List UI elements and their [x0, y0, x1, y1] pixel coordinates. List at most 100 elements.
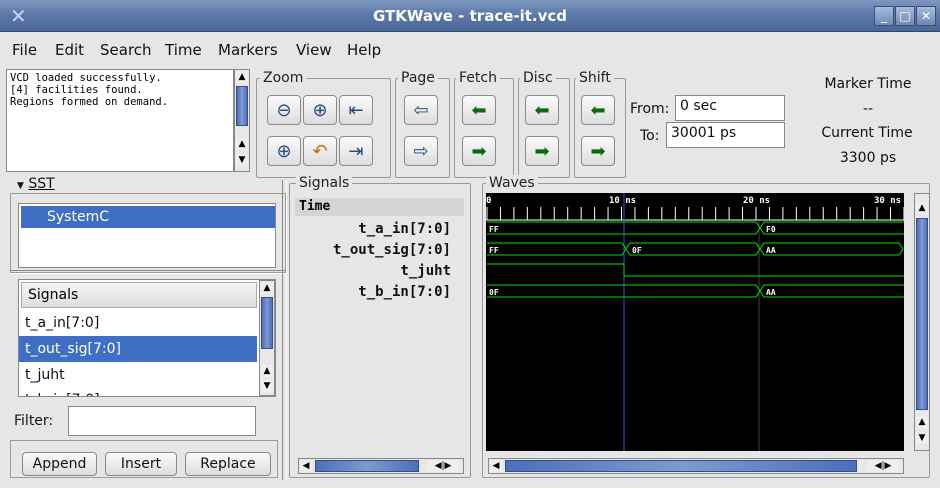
zoom-out-icon: ⊖: [276, 99, 292, 121]
scroll-thumb[interactable]: [916, 218, 928, 410]
waves-svg[interactable]: 0 10 ns 20 ns 30 ns FF F0 FF 0F AA 0F AA: [486, 193, 904, 451]
waves-hscrollbar[interactable]: ◀ ◀|▶: [488, 458, 904, 474]
menu-view[interactable]: View: [296, 41, 332, 59]
current-time-label: Current Time: [821, 125, 913, 141]
scroll-thumb[interactable]: [261, 297, 273, 349]
to-input[interactable]: 30001 ps: [666, 122, 785, 148]
fetch-label: Fetch: [456, 70, 500, 86]
page-left-button[interactable]: ⇦: [404, 95, 438, 125]
status-log-text: VCD loaded successfully. [4] facilities …: [10, 72, 169, 108]
scroll-left-icon[interactable]: ◀: [490, 460, 502, 472]
time-label: Time: [299, 199, 331, 214]
signal-name-row[interactable]: t_a_in[7:0]: [291, 221, 451, 237]
arrow-left-icon: ⬅: [534, 99, 550, 121]
shift-left-button[interactable]: ⬅: [581, 95, 615, 125]
scroll-left-icon[interactable]: ◀: [300, 460, 312, 472]
wave-value: FF: [489, 246, 499, 255]
maximize-button[interactable]: □: [895, 6, 915, 26]
menu-help[interactable]: Help: [347, 41, 381, 59]
scroll-up-icon[interactable]: ▲: [236, 71, 248, 83]
pane-divider[interactable]: [10, 270, 286, 274]
shift-right-button[interactable]: ➡: [581, 136, 615, 166]
menu-time[interactable]: Time: [165, 41, 202, 59]
wave-t_out_sig[interactable]: FF 0F AA: [487, 242, 904, 256]
signals-pane[interactable]: Time t_a_in[7:0] t_out_sig[7:0] t_juht t…: [291, 193, 466, 451]
scroll-down-icon[interactable]: ▼: [236, 154, 248, 166]
list-item[interactable]: t_b_in[7:0]: [19, 387, 257, 396]
menu-markers[interactable]: Markers: [218, 41, 278, 59]
disc-label: Disc: [520, 70, 556, 86]
scroll-leftright-icon[interactable]: ◀|▶: [867, 460, 899, 472]
sst-tree[interactable]: SystemC: [18, 203, 276, 268]
title-bar[interactable]: ✕ GTKWave - trace-it.vcd _ □ ✕: [0, 0, 940, 32]
zoom-to-end-button[interactable]: ⇥: [339, 136, 373, 166]
scroll-leftright-icon[interactable]: ◀|▶: [427, 460, 459, 472]
wave-value: AA: [766, 246, 776, 255]
menu-search[interactable]: Search: [100, 41, 152, 59]
scroll-up-icon[interactable]: ▲: [261, 282, 273, 294]
menubar: File Edit Search Time Markers View Help: [0, 33, 940, 65]
wave-t_juht[interactable]: [487, 263, 904, 277]
zoom-fit-button[interactable]: ⊕: [303, 95, 337, 125]
menu-file[interactable]: File: [12, 41, 37, 59]
signal-name-row[interactable]: t_b_in[7:0]: [291, 284, 451, 300]
status-scrollbar[interactable]: ▲ ▲ ▼: [234, 69, 250, 172]
time-row: Time: [295, 198, 464, 216]
zoom-undo-button[interactable]: ↶: [303, 136, 337, 166]
scroll-thumb[interactable]: [315, 460, 419, 472]
wave-t_b_in[interactable]: 0F AA: [487, 284, 904, 298]
append-button[interactable]: Append: [22, 452, 97, 476]
marker-time-label: Marker Time: [824, 76, 912, 92]
sst-expander[interactable]: ▼ SST: [17, 176, 55, 192]
list-item[interactable]: t_out_sig[7:0]: [19, 336, 257, 362]
bus-bottom: [487, 290, 904, 298]
from-label: From:: [630, 101, 670, 117]
list-item[interactable]: t_juht: [19, 362, 257, 388]
zoom-to-start-button[interactable]: ⇤: [339, 95, 373, 125]
tree-item-systemc[interactable]: SystemC: [21, 206, 275, 228]
zoom-in-button[interactable]: ⊕: [267, 136, 301, 166]
signals-list[interactable]: Signals t_a_in[7:0] t_out_sig[7:0] t_juh…: [18, 279, 276, 397]
bus-bottom: [487, 227, 904, 235]
scroll-down-icon[interactable]: ▼: [916, 432, 928, 444]
signal-name-row[interactable]: t_juht: [291, 263, 451, 279]
scroll-up-icon[interactable]: ▲: [261, 365, 273, 377]
waves-vscrollbar[interactable]: ▲ ▲ ▼: [914, 193, 930, 451]
bit-trace: [487, 263, 904, 277]
signals-list-header[interactable]: Signals: [21, 282, 257, 308]
waves-canvas[interactable]: 0 10 ns 20 ns 30 ns FF F0 FF 0F AA 0F AA: [486, 193, 904, 451]
insert-button[interactable]: Insert: [105, 452, 177, 476]
tick-label: 0: [486, 196, 491, 206]
scroll-thumb[interactable]: [505, 460, 857, 472]
replace-button[interactable]: Replace: [185, 452, 271, 476]
scroll-up-icon[interactable]: ▲: [916, 202, 928, 214]
disc-left-button[interactable]: ⬅: [525, 95, 559, 125]
scroll-up-icon[interactable]: ▲: [236, 138, 248, 150]
minimize-button[interactable]: _: [874, 6, 894, 26]
scroll-up-icon[interactable]: ▲: [916, 416, 928, 428]
signals-hscrollbar[interactable]: ◀ ◀|▶: [298, 458, 464, 474]
signals-list-scrollbar[interactable]: ▲ ▲ ▼: [259, 280, 275, 396]
scroll-down-icon[interactable]: ▼: [261, 380, 273, 392]
signal-name-row[interactable]: t_out_sig[7:0]: [291, 242, 451, 258]
zoom-out-button[interactable]: ⊖: [267, 95, 301, 125]
current-time-value: 3300 ps: [839, 150, 897, 166]
disc-right-button[interactable]: ➡: [525, 136, 559, 166]
arrow-right-icon: ➡: [590, 140, 606, 162]
window-title: GTKWave - trace-it.vcd: [372, 7, 568, 25]
pane-separator[interactable]: [282, 180, 287, 480]
fetch-right-button[interactable]: ➡: [462, 136, 496, 166]
tick-label: 10 ns: [609, 196, 636, 206]
filter-label: Filter:: [14, 413, 54, 429]
scroll-thumb[interactable]: [236, 86, 248, 126]
arrow-right-icon: ➡: [471, 140, 487, 162]
page-right-button[interactable]: ⇨: [404, 136, 438, 166]
filter-input[interactable]: [68, 406, 256, 436]
fetch-left-button[interactable]: ⬅: [462, 95, 496, 125]
page-right-icon: ⇨: [413, 140, 429, 162]
from-input[interactable]: 0 sec: [675, 95, 785, 121]
list-item[interactable]: t_a_in[7:0]: [19, 310, 257, 336]
close-button[interactable]: ✕: [916, 6, 936, 26]
menu-edit[interactable]: Edit: [55, 41, 84, 59]
wave-t_a_in[interactable]: FF F0: [487, 221, 904, 235]
